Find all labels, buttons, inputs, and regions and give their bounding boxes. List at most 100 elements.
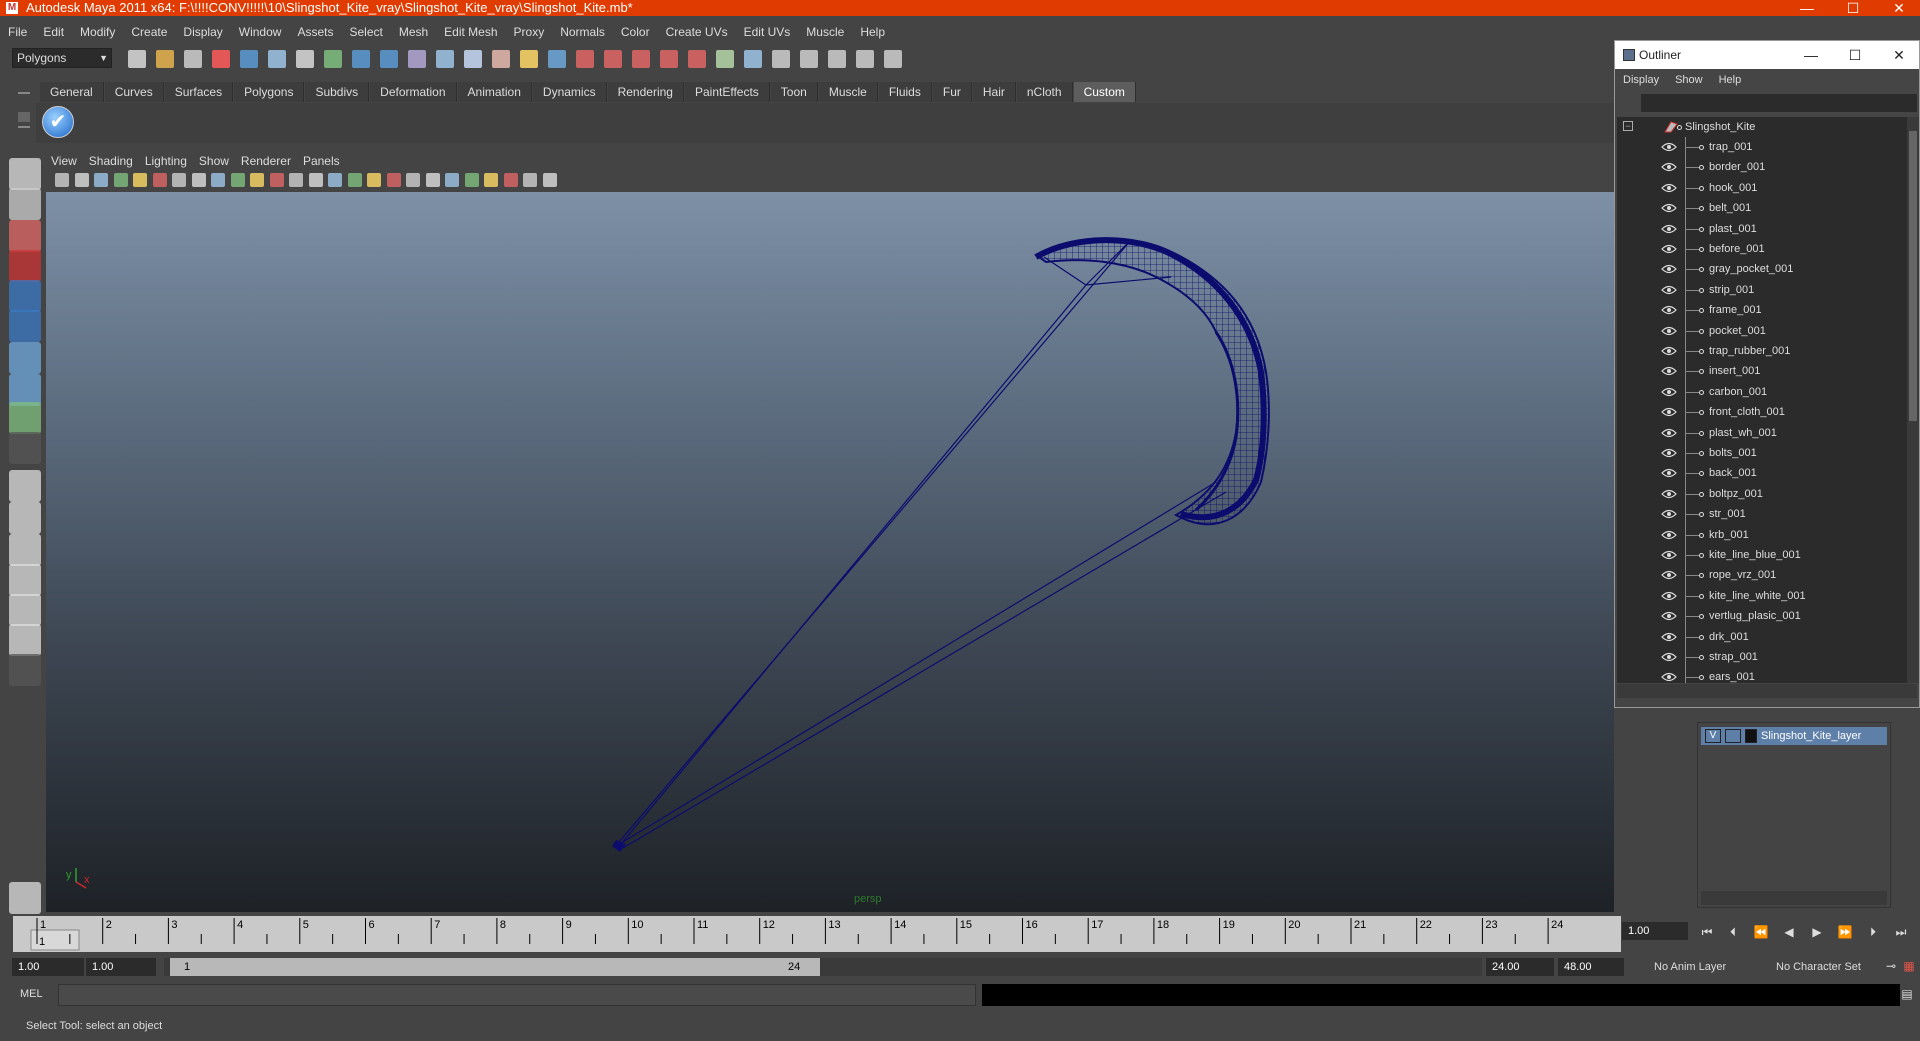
panel-menu-item[interactable]: View <box>45 152 83 170</box>
status-line-tool-icon[interactable] <box>856 50 874 68</box>
tree-item-row[interactable]: trap_rubber_001 <box>1617 341 1907 361</box>
shelf-tab[interactable]: Fur <box>932 82 972 102</box>
panel-menu-item[interactable]: Shading <box>83 152 139 170</box>
collapse-icon[interactable]: − <box>1623 121 1633 131</box>
outliner-maximize-button[interactable]: ☐ <box>1835 41 1875 69</box>
layer-color-icon[interactable] <box>1745 729 1757 743</box>
tree-item-row[interactable]: gray_pocket_001 <box>1617 259 1907 279</box>
shelf-tab[interactable]: Custom <box>1073 82 1136 102</box>
panel-toolbar-icon[interactable] <box>425 173 440 187</box>
rotate-tool-icon[interactable] <box>9 280 41 312</box>
select-tool-icon[interactable] <box>9 158 41 190</box>
shelf-tab[interactable]: Polygons <box>234 82 305 102</box>
tree-item-row[interactable]: krb_001 <box>1617 525 1907 545</box>
menu-item[interactable]: Edit Mesh <box>436 22 505 42</box>
status-line-tool-icon[interactable] <box>716 50 734 68</box>
step-back-frame-icon[interactable]: ⏴ <box>1722 924 1744 940</box>
tree-item-row[interactable]: bolts_001 <box>1617 443 1907 463</box>
menu-item[interactable]: Edit UVs <box>736 22 799 42</box>
status-line-tool-icon[interactable] <box>184 50 202 68</box>
panel-menu-item[interactable]: Panels <box>297 152 346 170</box>
status-line-tool-icon[interactable] <box>240 50 258 68</box>
script-layout-icon[interactable] <box>9 624 41 656</box>
menu-item[interactable]: Proxy <box>506 22 553 42</box>
status-line-tool-icon[interactable] <box>828 50 846 68</box>
character-set-select[interactable]: No Character Set <box>1770 958 1880 976</box>
panel-toolbar-icon[interactable] <box>269 173 284 187</box>
scale-tool-icon[interactable] <box>9 310 41 342</box>
status-line-tool-icon[interactable] <box>436 50 454 68</box>
tree-item-row[interactable]: trap_001 <box>1617 137 1907 157</box>
outliner-layout-icon[interactable] <box>9 534 41 566</box>
status-line-tool-icon[interactable] <box>576 50 594 68</box>
go-to-end-icon[interactable]: ⏭ <box>1890 924 1912 940</box>
menu-item[interactable]: Help <box>852 22 893 42</box>
outliner-menu-item[interactable]: Show <box>1667 70 1711 90</box>
panel-toolbar-icon[interactable] <box>367 173 381 187</box>
panel-toolbar-icon[interactable] <box>191 173 206 187</box>
status-line-tool-icon[interactable] <box>744 50 762 68</box>
tree-item-row[interactable]: plast_wh_001 <box>1617 423 1907 443</box>
time-slider[interactable]: 1 2 3 4 5 6 7 8 9 10 11 12 13 14 15 16 17 18 19 20 21 22 23 24 1 <box>13 916 1621 952</box>
status-line-tool-icon[interactable] <box>212 50 230 68</box>
layer-type-toggle[interactable] <box>1725 729 1741 743</box>
single-view-layout-icon[interactable] <box>9 470 41 502</box>
menu-item[interactable]: Display <box>175 22 230 42</box>
tree-item-row[interactable]: carbon_001 <box>1617 382 1907 402</box>
four-view-layout-icon[interactable] <box>9 502 41 534</box>
shelf-tab[interactable]: Rendering <box>607 82 684 102</box>
menu-item[interactable]: Color <box>613 22 658 42</box>
tree-root-row[interactable]: − Slingshot_Kite <box>1617 117 1907 137</box>
shelf-tab[interactable]: Fluids <box>878 82 932 102</box>
move-tool-icon[interactable] <box>9 250 41 282</box>
panel-toolbar-icon[interactable] <box>152 173 167 187</box>
menu-item[interactable]: Modify <box>72 22 123 42</box>
tree-item-row[interactable]: rope_vrz_001 <box>1617 565 1907 585</box>
panel-toolbar-icon[interactable] <box>55 173 69 187</box>
shelf-tab[interactable]: Muscle <box>818 82 878 102</box>
hypershade-layout-icon[interactable] <box>9 594 41 626</box>
playback-end-field[interactable]: 24.00 <box>1486 958 1554 976</box>
outliner-menu-item[interactable]: Help <box>1711 70 1750 90</box>
tree-item-row[interactable]: kite_line_blue_001 <box>1617 545 1907 565</box>
tree-item-row[interactable]: pocket_001 <box>1617 321 1907 341</box>
minimize-button[interactable]: — <box>1784 0 1830 16</box>
layer-horizontal-scrollbar[interactable] <box>1701 891 1887 905</box>
panel-toolbar-icon[interactable] <box>250 173 264 187</box>
playback-start-field[interactable]: 1.00 <box>86 958 156 976</box>
panel-toolbar-icon[interactable] <box>464 173 479 187</box>
panel-toolbar-icon[interactable] <box>503 173 518 187</box>
status-line-tool-icon[interactable] <box>324 50 342 68</box>
outliner-menu-item[interactable]: Display <box>1615 70 1667 90</box>
panel-toolbar-icon[interactable] <box>74 173 89 187</box>
panel-toolbar-icon[interactable] <box>230 173 245 187</box>
menu-item[interactable]: Select <box>341 22 390 42</box>
panel-toolbar-icon[interactable] <box>113 173 128 187</box>
menu-item[interactable]: Window <box>231 22 290 42</box>
panel-toolbar-icon[interactable] <box>523 173 537 187</box>
menu-item[interactable]: Create UVs <box>658 22 736 42</box>
tree-item-row[interactable]: ears_001 <box>1617 667 1907 683</box>
status-line-tool-icon[interactable] <box>884 50 902 68</box>
panel-toolbar-icon[interactable] <box>328 173 342 187</box>
shelf-tab[interactable]: PaintEffects <box>684 82 770 102</box>
shelf-handle[interactable] <box>10 82 38 142</box>
panel-toolbar-icon[interactable] <box>347 173 362 187</box>
status-line-tool-icon[interactable] <box>688 50 706 68</box>
tree-item-row[interactable]: strip_001 <box>1617 280 1907 300</box>
shelf-tab[interactable]: Toon <box>770 82 818 102</box>
tree-item-row[interactable]: kite_line_white_001 <box>1617 586 1907 606</box>
menu-item[interactable]: Normals <box>552 22 613 42</box>
paint-select-tool-icon[interactable] <box>9 220 41 252</box>
tree-item-row[interactable]: back_001 <box>1617 463 1907 483</box>
shelf-tab[interactable]: Subdivs <box>305 82 370 102</box>
tree-item-row[interactable]: frame_001 <box>1617 300 1907 320</box>
tree-item-row[interactable]: hook_001 <box>1617 178 1907 198</box>
current-frame-field[interactable]: 1.00 <box>1622 922 1688 940</box>
tree-item-row[interactable]: strap_001 <box>1617 647 1907 667</box>
outliner-scroll-thumb[interactable] <box>1909 131 1917 421</box>
anim-layer-select[interactable]: No Anim Layer <box>1648 958 1760 976</box>
command-language-label[interactable]: MEL <box>20 986 43 1002</box>
panel-toolbar-icon[interactable] <box>172 173 186 187</box>
panel-menu-item[interactable]: Renderer <box>235 152 297 170</box>
